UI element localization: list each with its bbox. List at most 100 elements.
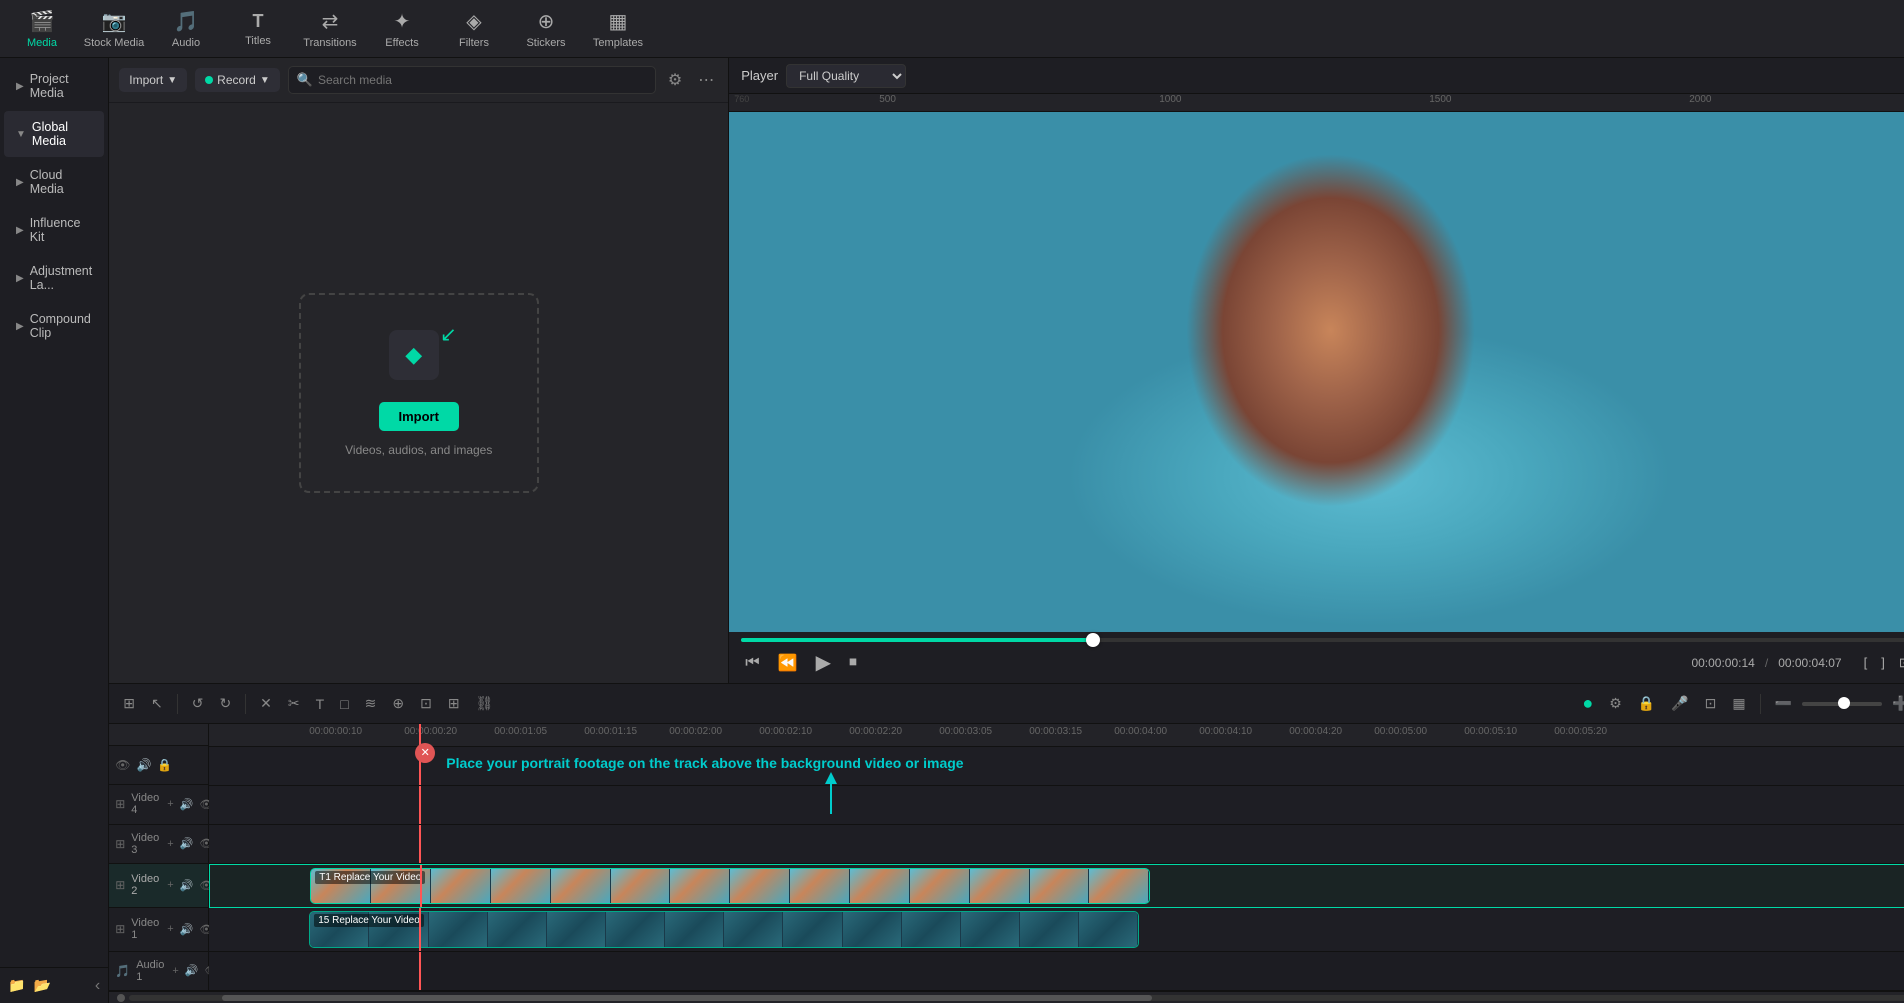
timeline-content: 👁 🔊 🔒 ⊞ Video 4 + 🔊 👁 <box>109 724 1904 991</box>
auto-track-button[interactable]: ● <box>1576 689 1599 718</box>
toolbar-titles[interactable]: T Titles <box>224 3 292 55</box>
redo-button[interactable]: ↻ <box>213 691 237 716</box>
track-label-video3: ⊞ Video 3 + 🔊 👁 <box>109 825 208 864</box>
quality-select[interactable]: Full Quality Half Quality Quarter Qualit… <box>786 64 906 88</box>
stop-button[interactable]: ⏹ <box>845 652 861 674</box>
track3-audio[interactable]: 🔊 <box>178 836 196 851</box>
track1-add[interactable]: + <box>165 922 175 937</box>
track1-controls: + 🔊 👁 <box>165 922 215 937</box>
link-tool-button[interactable]: ⛓ <box>470 691 500 716</box>
playhead <box>419 908 421 951</box>
ruler-playhead <box>419 724 421 746</box>
timeline-toolbar: ⊞ ↖ ↺ ↻ ✕ ✂ T □ ≋ ⊕ ⊡ ⊞ ⛓ ● ⚙ 🔒 🎤 <box>109 684 1904 724</box>
templates-icon: ▦ <box>609 9 628 34</box>
scroll-thumb[interactable] <box>222 995 1152 1001</box>
filters-icon: ◈ <box>466 9 481 34</box>
transition-tool-button[interactable]: ≋ <box>359 691 383 716</box>
sidebar-item-adjustment-layer[interactable]: ▶ Adjustment La... <box>4 255 104 301</box>
delete-button[interactable]: ✕ <box>254 691 278 716</box>
cut-button[interactable]: ✂ <box>282 691 306 716</box>
title-tool-button[interactable]: T <box>310 692 331 716</box>
track3-add[interactable]: + <box>165 836 175 851</box>
import-button[interactable]: Import ▼ <box>119 68 187 92</box>
track2-add[interactable]: + <box>165 878 175 893</box>
track5-audio[interactable]: 🔊 <box>136 758 151 772</box>
speed-tool-button[interactable]: ⊞ <box>442 691 466 716</box>
playhead <box>420 865 422 907</box>
mark-in-button[interactable]: [ <box>1860 653 1872 673</box>
select-tool-button[interactable]: ↖ <box>145 691 169 716</box>
audio1-add[interactable]: + <box>170 963 180 978</box>
import-green-button[interactable]: Import <box>379 402 459 431</box>
audio1-audio[interactable]: 🔊 <box>183 963 201 978</box>
toolbar-effects[interactable]: ✦ Effects <box>368 3 436 55</box>
track4-audio[interactable]: 🔊 <box>178 797 196 812</box>
track2-audio[interactable]: 🔊 <box>178 878 196 893</box>
scroll-left-btn[interactable] <box>117 994 125 1002</box>
zoom-out-button[interactable]: ➖ <box>1769 691 1798 716</box>
record-label: Record <box>217 73 256 87</box>
track1-audio[interactable]: 🔊 <box>178 922 196 937</box>
sidebar-item-cloud-media[interactable]: ▶ Cloud Media <box>4 159 104 205</box>
toolbar-filters[interactable]: ◈ Filters <box>440 3 508 55</box>
sidebar-item-label: Adjustment La... <box>30 264 93 292</box>
track-video1-name: Video 1 <box>131 917 159 941</box>
progress-thumb[interactable] <box>1086 633 1100 647</box>
voiceover-button[interactable]: ⊡ <box>1699 691 1723 716</box>
motion-tool-button[interactable]: ⊡ <box>414 691 438 716</box>
play-button[interactable]: ▶ <box>812 648 835 677</box>
track4-controls: + 🔊 👁 <box>165 797 215 812</box>
progress-bar[interactable] <box>741 638 1904 642</box>
collapse-panel-button[interactable]: ‹ <box>95 977 100 995</box>
undo-button[interactable]: ↺ <box>186 691 210 716</box>
track4-add[interactable]: + <box>165 797 175 812</box>
toolbar-media[interactable]: 🎬 Media <box>8 3 76 55</box>
sidebar-item-project-media[interactable]: ▶ Project Media <box>4 63 104 109</box>
clip2-label: T1 Replace Your Video <box>315 871 425 884</box>
stock-media-label: Stock Media <box>84 37 145 49</box>
sidebar-item-global-media[interactable]: ▼ Global Media <box>4 111 104 157</box>
folder-open-icon[interactable]: 📂 <box>33 977 50 994</box>
zoom-thumb[interactable] <box>1838 697 1850 709</box>
add-track-button[interactable]: ⊞ <box>117 691 141 716</box>
toolbar-audio[interactable]: 🎵 Audio <box>152 3 220 55</box>
stickers-icon: ⊕ <box>538 9 555 34</box>
chevron-right-icon: ▶ <box>16 321 24 332</box>
insert-button[interactable]: ⊡ <box>1895 653 1904 673</box>
sidebar-item-compound-clip[interactable]: ▶ Compound Clip <box>4 303 104 349</box>
zoom-slider[interactable] <box>1802 702 1882 706</box>
filter-button[interactable]: ⚙ <box>664 66 686 94</box>
step-back-button[interactable]: ⏮ <box>741 652 763 674</box>
zoom-in-button[interactable]: ➕ <box>1886 691 1904 716</box>
settings-button[interactable]: ⚙ <box>1603 691 1628 716</box>
scroll-track[interactable] <box>129 995 1904 1001</box>
clip-video1[interactable]: 15 Replace Your Video <box>309 911 1139 948</box>
mic-button[interactable]: 🎤 <box>1665 691 1694 716</box>
record-button[interactable]: Record ▼ <box>195 68 280 92</box>
track5-visibility[interactable]: 👁 <box>115 758 130 772</box>
clip-video2[interactable]: T1 Replace Your Video <box>310 868 1150 904</box>
folder-new-icon[interactable]: 📁 <box>8 977 25 994</box>
toolbar-templates[interactable]: ▦ Templates <box>584 3 652 55</box>
lock-button[interactable]: 🔒 <box>1632 691 1661 716</box>
frame-back-button[interactable]: ⏪ <box>774 651 802 675</box>
transitions-icon: ⇄ <box>322 9 339 34</box>
import-label: Import <box>129 73 163 87</box>
sidebar-item-influence-kit[interactable]: ▶ Influence Kit <box>4 207 104 253</box>
track-row-5: ✕ Place your portrait footage on the tra… <box>209 747 1904 786</box>
more-options-button[interactable]: ⋯ <box>694 66 718 94</box>
box-tool-button[interactable]: □ <box>334 692 354 716</box>
mark-out-button[interactable]: ] <box>1877 653 1889 673</box>
audio1-icon: 🎵 <box>115 964 130 978</box>
stickers-label: Stickers <box>526 37 565 49</box>
grid-view-button[interactable]: ▦ <box>1726 691 1751 716</box>
import-drop-zone[interactable]: ◆ ↙ Import Videos, audios, and images <box>299 293 539 493</box>
tl-right-tools: ● ⚙ 🔒 🎤 ⊡ ▦ ➖ ➕ ⊞ ⋮⋮⋮ <box>1576 689 1904 718</box>
video3-icon: ⊞ <box>115 837 125 851</box>
toolbar-stickers[interactable]: ⊕ Stickers <box>512 3 580 55</box>
toolbar-transitions[interactable]: ⇄ Transitions <box>296 3 364 55</box>
search-input[interactable] <box>318 73 647 87</box>
toolbar-stock-media[interactable]: 📷 Stock Media <box>80 3 148 55</box>
effect-tool-button[interactable]: ⊕ <box>386 691 410 716</box>
track5-lock[interactable]: 🔒 <box>157 758 172 772</box>
